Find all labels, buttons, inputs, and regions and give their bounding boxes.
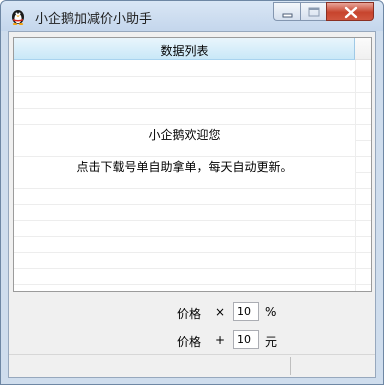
- price-label: 价格: [177, 335, 202, 349]
- yuan-unit: 元: [265, 335, 278, 349]
- minimize-button[interactable]: [273, 2, 300, 21]
- grid-row-line: [14, 252, 371, 253]
- grid-row-line: [14, 236, 371, 237]
- welcome-message: 小企鹅欢迎您: [14, 126, 355, 143]
- grid-column-line: [355, 60, 356, 291]
- close-button[interactable]: [326, 2, 374, 21]
- add-value-input[interactable]: [233, 330, 259, 349]
- column-header-data-list[interactable]: 数据列表: [14, 38, 355, 60]
- close-icon: [344, 6, 358, 19]
- percent-unit: %: [265, 305, 277, 319]
- grid-row-line: [14, 108, 371, 109]
- penguin-icon: [12, 10, 24, 25]
- grid-row-line: [14, 92, 371, 93]
- grid-row-line: [14, 220, 371, 221]
- grid-row-line: [14, 204, 371, 205]
- add-operator: +: [215, 333, 226, 347]
- client-area: 数据列表 小企鹅欢迎您 点击下载号单自助拿单，每天自动更新。 价格 × 10 %…: [8, 31, 376, 378]
- price-label: 价格: [177, 307, 202, 321]
- app-window: 小企鹅加减价小助手 数据列表 小企鹅欢迎您 点击下载号单自助拿单，每天自动更新。…: [0, 0, 384, 385]
- grid-row-line: [14, 124, 371, 125]
- data-list[interactable]: 数据列表 小企鹅欢迎您 点击下载号单自助拿单，每天自动更新。: [13, 37, 372, 292]
- column-header-label: 数据列表: [160, 44, 209, 58]
- minimize-icon: [282, 13, 293, 18]
- status-bar: [9, 354, 375, 377]
- maximize-button[interactable]: [300, 2, 326, 21]
- grid-row-line: [14, 156, 371, 157]
- multiply-value-input[interactable]: [233, 302, 259, 321]
- grid-row-line: [14, 188, 371, 189]
- grid-row-line: [14, 284, 371, 285]
- grid-row-line: [14, 76, 371, 77]
- multiply-operator: ×: [215, 305, 226, 319]
- instruction-message: 点击下载号单自助拿单，每天自动更新。: [14, 158, 355, 175]
- status-bar-separator: [290, 357, 291, 375]
- column-header-filler: [355, 38, 371, 60]
- maximize-icon: [308, 7, 320, 17]
- window-title: 小企鹅加减价小助手: [35, 12, 153, 27]
- grid-row-line: [14, 268, 371, 269]
- title-bar[interactable]: 小企鹅加减价小助手: [1, 1, 383, 31]
